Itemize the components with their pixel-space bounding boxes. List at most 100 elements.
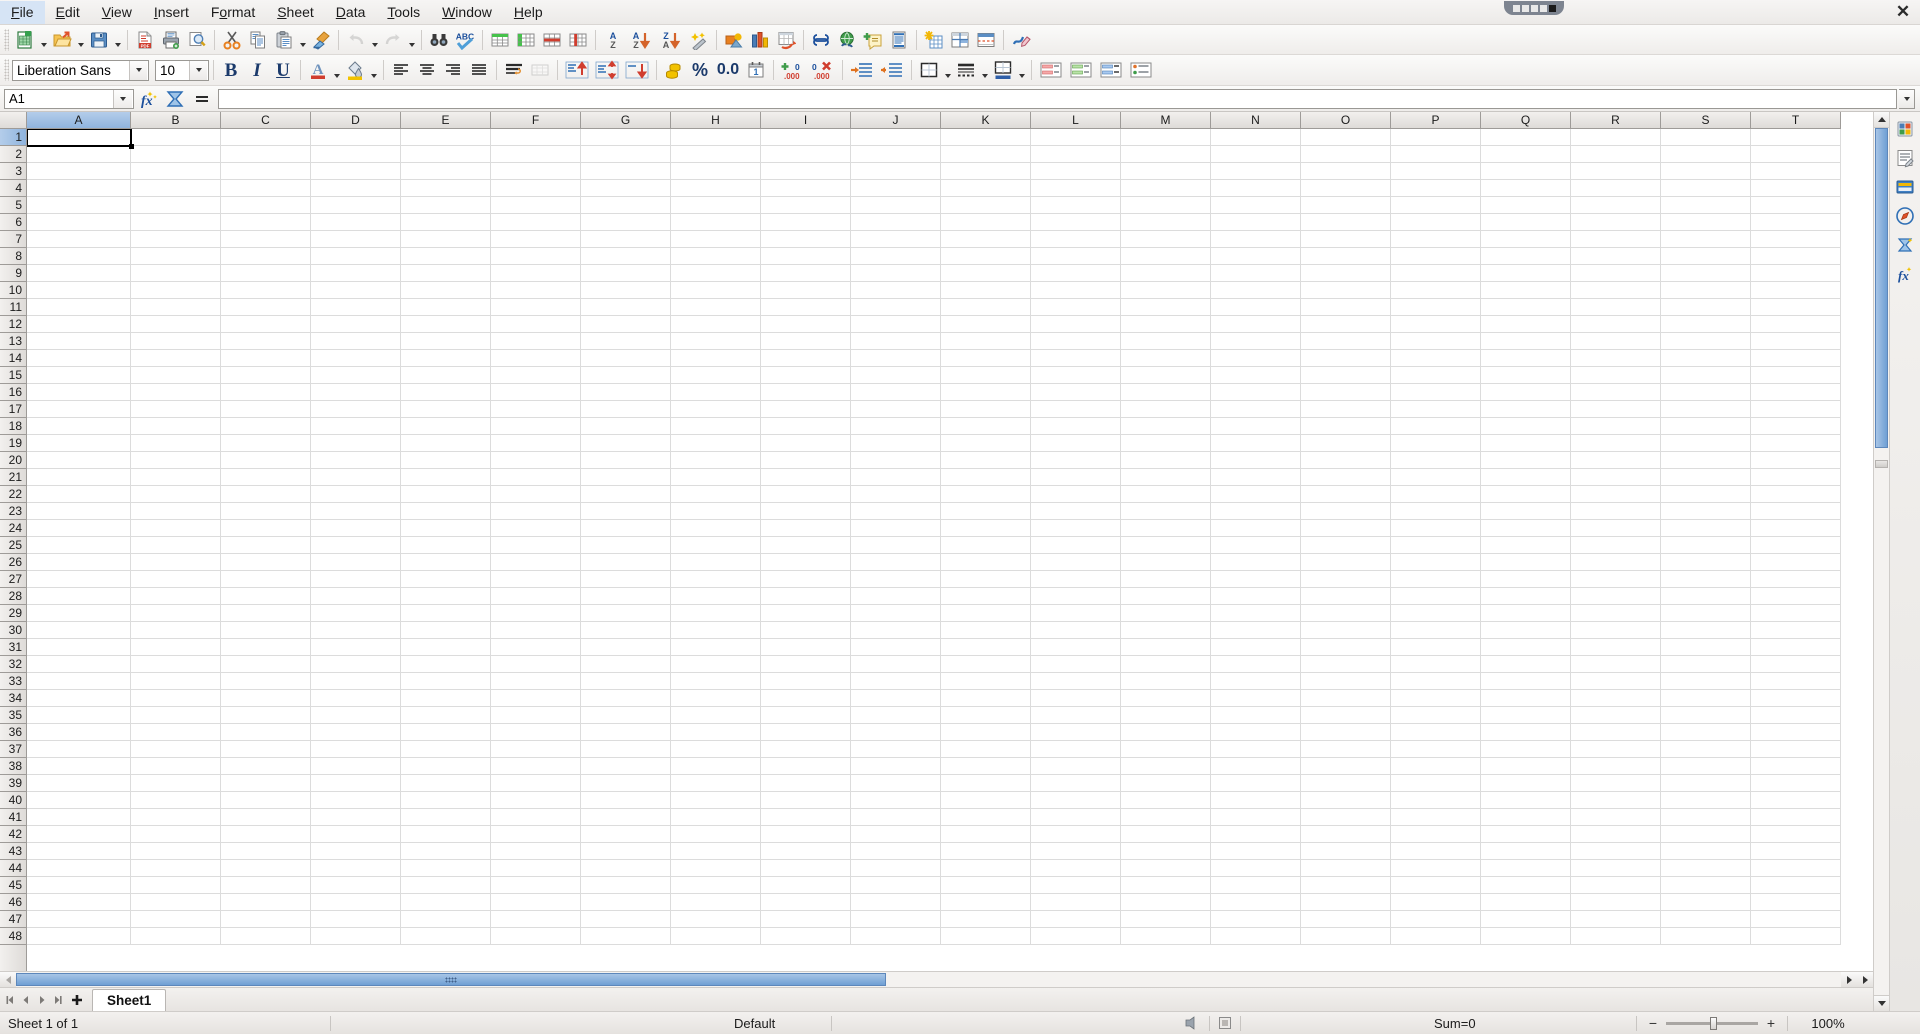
cell-O8[interactable] <box>1301 248 1391 265</box>
cell-S28[interactable] <box>1661 588 1751 605</box>
cell-O31[interactable] <box>1301 639 1391 656</box>
row-header-33[interactable]: 33 <box>0 673 26 690</box>
cell-I28[interactable] <box>761 588 851 605</box>
cell-T6[interactable] <box>1751 214 1841 231</box>
cell-P10[interactable] <box>1391 282 1481 299</box>
sort-descending-button[interactable]: Z A <box>656 27 686 52</box>
cell-F17[interactable] <box>491 401 581 418</box>
row-styles-button[interactable] <box>1096 58 1126 83</box>
cell-I34[interactable] <box>761 690 851 707</box>
cell-B16[interactable] <box>131 384 221 401</box>
cell-J25[interactable] <box>851 537 941 554</box>
cell-L46[interactable] <box>1031 894 1121 911</box>
borders-button[interactable] <box>916 58 942 83</box>
cell-L14[interactable] <box>1031 350 1121 367</box>
cell-Q4[interactable] <box>1481 180 1571 197</box>
cell-L13[interactable] <box>1031 333 1121 350</box>
cell-R16[interactable] <box>1571 384 1661 401</box>
wrap-text-button[interactable] <box>501 58 527 83</box>
cell-R43[interactable] <box>1571 843 1661 860</box>
cell-K41[interactable] <box>941 809 1031 826</box>
cell-C6[interactable] <box>221 214 311 231</box>
cell-I42[interactable] <box>761 826 851 843</box>
horizontal-scrollbar[interactable] <box>0 971 1873 987</box>
cell-T44[interactable] <box>1751 860 1841 877</box>
cell-I24[interactable] <box>761 520 851 537</box>
cell-S22[interactable] <box>1661 486 1751 503</box>
cell-S40[interactable] <box>1661 792 1751 809</box>
cell-O45[interactable] <box>1301 877 1391 894</box>
cell-D24[interactable] <box>311 520 401 537</box>
cell-P39[interactable] <box>1391 775 1481 792</box>
cell-G6[interactable] <box>581 214 671 231</box>
cell-J42[interactable] <box>851 826 941 843</box>
cell-R40[interactable] <box>1571 792 1661 809</box>
row-header-9[interactable]: 9 <box>0 265 26 282</box>
cell-O33[interactable] <box>1301 673 1391 690</box>
cell-R29[interactable] <box>1571 605 1661 622</box>
cell-R22[interactable] <box>1571 486 1661 503</box>
cell-F26[interactable] <box>491 554 581 571</box>
cell-F6[interactable] <box>491 214 581 231</box>
cell-D44[interactable] <box>311 860 401 877</box>
cell-G38[interactable] <box>581 758 671 775</box>
cell-A41[interactable] <box>27 809 131 826</box>
functions-button[interactable]: fx <box>1892 261 1918 287</box>
menu-format[interactable]: Format <box>200 1 266 24</box>
cell-C5[interactable] <box>221 197 311 214</box>
cell-T39[interactable] <box>1751 775 1841 792</box>
cell-N44[interactable] <box>1211 860 1301 877</box>
cell-P7[interactable] <box>1391 231 1481 248</box>
row-header-36[interactable]: 36 <box>0 724 26 741</box>
row-header-12[interactable]: 12 <box>0 316 26 333</box>
cell-K3[interactable] <box>941 163 1031 180</box>
cell-P45[interactable] <box>1391 877 1481 894</box>
cell-K26[interactable] <box>941 554 1031 571</box>
cell-O29[interactable] <box>1301 605 1391 622</box>
cell-B6[interactable] <box>131 214 221 231</box>
cell-C45[interactable] <box>221 877 311 894</box>
cell-A13[interactable] <box>27 333 131 350</box>
cell-Q31[interactable] <box>1481 639 1571 656</box>
cell-L21[interactable] <box>1031 469 1121 486</box>
cell-L25[interactable] <box>1031 537 1121 554</box>
scroll-end-button[interactable] <box>1857 972 1873 987</box>
cell-G13[interactable] <box>581 333 671 350</box>
cell-E43[interactable] <box>401 843 491 860</box>
cell-A20[interactable] <box>27 452 131 469</box>
cell-I5[interactable] <box>761 197 851 214</box>
cell-P5[interactable] <box>1391 197 1481 214</box>
cell-T8[interactable] <box>1751 248 1841 265</box>
zoom-slider[interactable]: − + <box>1637 1012 1787 1034</box>
cell-H33[interactable] <box>671 673 761 690</box>
row-header-32[interactable]: 32 <box>0 656 26 673</box>
cell-C36[interactable] <box>221 724 311 741</box>
cell-M9[interactable] <box>1121 265 1211 282</box>
cell-T26[interactable] <box>1751 554 1841 571</box>
cell-I39[interactable] <box>761 775 851 792</box>
cell-I31[interactable] <box>761 639 851 656</box>
cell-F22[interactable] <box>491 486 581 503</box>
cell-M8[interactable] <box>1121 248 1211 265</box>
spelling-button[interactable]: ABC <box>452 27 478 52</box>
cell-F30[interactable] <box>491 622 581 639</box>
cell-P34[interactable] <box>1391 690 1481 707</box>
navigator-button[interactable] <box>1892 232 1918 258</box>
cell-G29[interactable] <box>581 605 671 622</box>
menu-sheet[interactable]: Sheet <box>266 1 325 24</box>
cell-H36[interactable] <box>671 724 761 741</box>
cell-Q3[interactable] <box>1481 163 1571 180</box>
column-header-T[interactable]: T <box>1751 112 1841 129</box>
cell-C24[interactable] <box>221 520 311 537</box>
cell-B8[interactable] <box>131 248 221 265</box>
cell-R34[interactable] <box>1571 690 1661 707</box>
cell-S21[interactable] <box>1661 469 1751 486</box>
cell-D23[interactable] <box>311 503 401 520</box>
cell-M42[interactable] <box>1121 826 1211 843</box>
cell-G34[interactable] <box>581 690 671 707</box>
cell-P38[interactable] <box>1391 758 1481 775</box>
cell-H20[interactable] <box>671 452 761 469</box>
cell-Q8[interactable] <box>1481 248 1571 265</box>
cell-A22[interactable] <box>27 486 131 503</box>
cell-E23[interactable] <box>401 503 491 520</box>
